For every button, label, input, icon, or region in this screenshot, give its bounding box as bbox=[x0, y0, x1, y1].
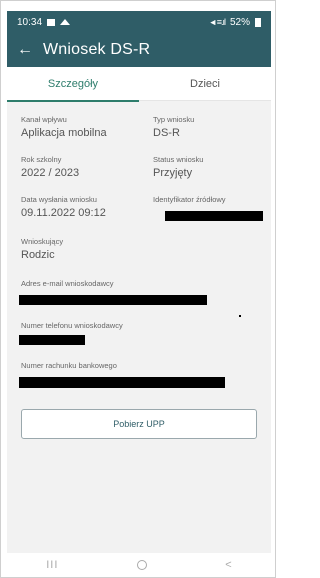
field-typ: Typ wniosku DS-R bbox=[153, 115, 194, 139]
phone-label: Numer telefonu wnioskodawcy bbox=[21, 321, 123, 330]
app-bar: ← Wniosek DS-R bbox=[7, 33, 271, 67]
field-kanal: Kanał wpływu Aplikacja mobilna bbox=[21, 115, 107, 139]
stray-dot bbox=[239, 315, 241, 317]
phone-frame: 10:34 ◂ı ≡.ıl 52% ← Wniosek DS-R Szczegó… bbox=[0, 0, 276, 578]
field-id: Identyfikator źródłowy bbox=[153, 195, 226, 204]
field-status: Status wniosku Przyjęty bbox=[153, 155, 203, 179]
status-value: Przyjęty bbox=[153, 167, 193, 179]
pobierz-upp-button[interactable]: Pobierz UPP bbox=[21, 409, 257, 439]
rok-value: 2022 / 2023 bbox=[21, 167, 80, 179]
email-redacted bbox=[19, 295, 207, 305]
typ-label: Typ wniosku bbox=[153, 115, 195, 124]
signal-icon: ◂ı ≡.ıl bbox=[210, 16, 226, 27]
tab-bar: Szczegóły Dzieci bbox=[7, 67, 271, 102]
back-arrow-icon[interactable]: ← bbox=[17, 42, 33, 58]
wnioskujacy-value: Rodzic bbox=[21, 249, 55, 261]
message-icon bbox=[47, 18, 56, 26]
clock: 10:34 bbox=[17, 16, 43, 28]
status-label: Status wniosku bbox=[153, 155, 204, 164]
wnioskujacy-label: Wnioskujący bbox=[21, 237, 64, 246]
field-email: Adres e-mail wnioskodawcy bbox=[21, 279, 114, 288]
battery-icon bbox=[255, 17, 261, 27]
tab-dzieci[interactable]: Dzieci bbox=[139, 67, 271, 101]
battery-percent: 52% bbox=[229, 16, 250, 28]
typ-value: DS-R bbox=[153, 127, 180, 139]
field-phone: Numer telefonu wnioskodawcy bbox=[21, 321, 123, 330]
recent-apps-icon[interactable]: III bbox=[46, 559, 58, 571]
rok-label: Rok szkolny bbox=[21, 155, 62, 164]
home-icon[interactable] bbox=[136, 560, 147, 570]
id-redacted bbox=[165, 211, 263, 221]
tab-szczegoly[interactable]: Szczegóły bbox=[7, 67, 139, 102]
bank-label: Numer rachunku bankowego bbox=[21, 361, 117, 370]
field-wnioskujacy: Wnioskujący Rodzic bbox=[21, 237, 63, 261]
id-label: Identyfikator źródłowy bbox=[153, 195, 226, 204]
field-data: Data wysłania wniosku 09.11.2022 09:12 bbox=[21, 195, 106, 219]
bank-redacted bbox=[19, 377, 225, 388]
content-area: Szczegóły Dzieci Kanał wpływu Aplikacja … bbox=[7, 67, 271, 553]
data-label: Data wysłania wniosku bbox=[21, 195, 97, 204]
data-value: 09.11.2022 09:12 bbox=[21, 207, 106, 219]
field-bank: Numer rachunku bankowego bbox=[21, 361, 117, 370]
cloud-icon bbox=[60, 19, 71, 25]
phone-redacted bbox=[19, 335, 85, 345]
system-nav-bar: III < bbox=[7, 553, 271, 577]
field-rok: Rok szkolny 2022 / 2023 bbox=[21, 155, 79, 179]
kanal-value: Aplikacja mobilna bbox=[21, 127, 107, 139]
nav-back-icon[interactable]: < bbox=[225, 559, 231, 571]
email-label: Adres e-mail wnioskodawcy bbox=[21, 279, 114, 288]
kanal-label: Kanał wpływu bbox=[21, 115, 67, 124]
status-bar: 10:34 ◂ı ≡.ıl 52% bbox=[7, 11, 271, 33]
page-title: Wniosek DS-R bbox=[43, 41, 151, 58]
